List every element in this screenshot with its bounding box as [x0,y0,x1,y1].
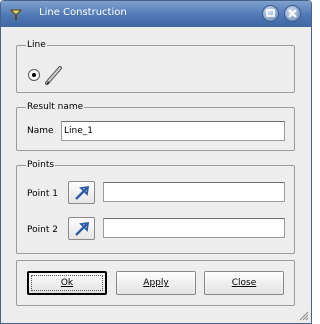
line-type-radio[interactable] [28,69,40,81]
point2-label: Point 2 [27,225,58,235]
resize-grip-icon[interactable] [297,309,309,321]
point1-input[interactable] [103,182,285,202]
selection-arrow-icon [75,221,90,236]
apply-button[interactable]: Apply [116,271,196,295]
points-legend: Points [26,159,56,171]
point2-input[interactable] [103,218,285,238]
dialog-window: Line Construction Line Result name Name … [0,0,312,324]
close-button[interactable]: Close [204,271,284,295]
close-icon [288,9,297,18]
points-group: Points Point 1 Point 2 [16,159,295,254]
window-title: Line Construction [39,7,127,18]
line-group-legend: Line [26,39,47,51]
close-window-button[interactable] [284,5,301,22]
app-icon [9,9,23,20]
line-pen-icon [45,66,62,85]
line-group: Line [16,39,295,93]
selection-arrow-icon [75,185,90,200]
point1-select-button[interactable] [68,181,95,204]
point1-label: Point 1 [27,189,58,199]
minimize-icon [266,9,275,17]
name-input[interactable]: Line_1 [61,121,285,141]
result-name-legend: Result name [26,101,85,113]
title-bar[interactable]: Line Construction [1,1,311,27]
ok-button[interactable]: Ok [27,271,107,295]
minimize-button[interactable] [262,5,279,22]
point2-select-button[interactable] [68,217,95,240]
result-name-group: Result name Name Line_1 [16,101,295,151]
name-label: Name [27,126,54,136]
